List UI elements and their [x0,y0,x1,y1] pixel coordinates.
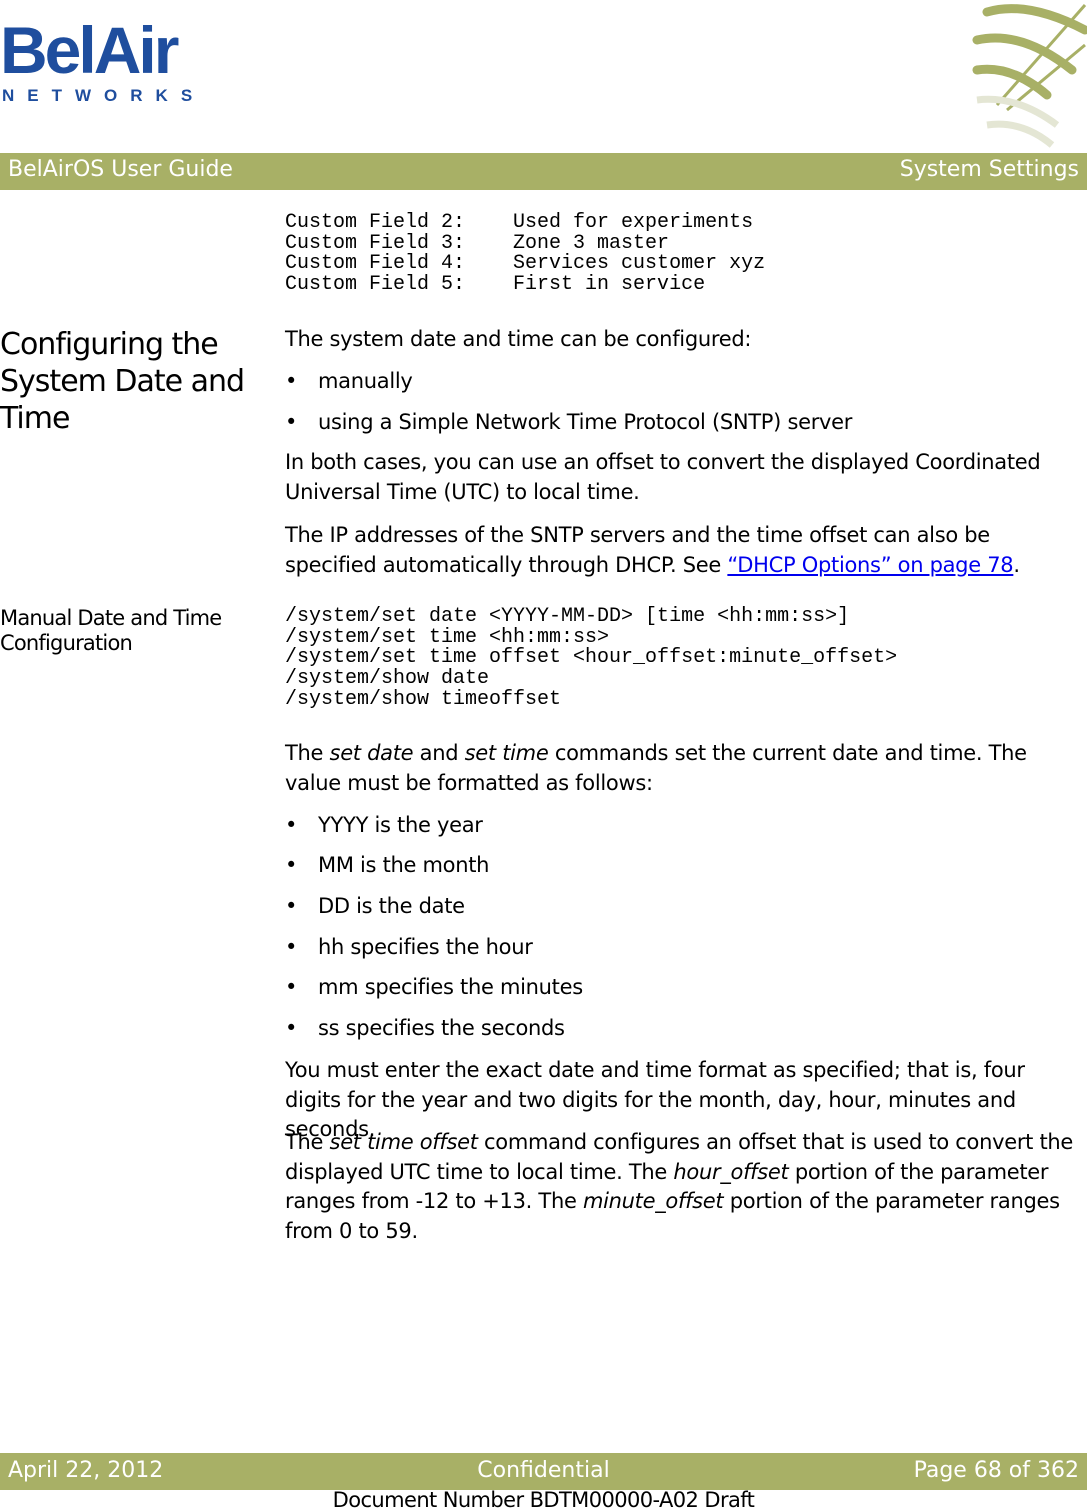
commands-code-block: /system/set date <YYYY-MM-DD> [time <hh:… [285,605,898,711]
list-item: • MM is the month [285,853,490,877]
code-line: Custom Field 5: First in service [285,273,706,297]
custom-fields-code-block: Custom Field 2: Used for experiments Cust… [285,211,766,297]
footer-bar: April 22, 2012 Confidential Page 68 of 3… [0,1453,1087,1490]
code-line: /system/show date [285,667,490,691]
code-line: /system/set date <YYYY-MM-DD> [time <hh:… [285,605,850,628]
belair-emblem-icon [972,4,1087,148]
chapter-title: System Settings [899,157,1079,182]
time-offset-paragraph: The set time offset command configures a… [285,1130,1074,1243]
guide-title: BelAirOS User Guide [8,157,233,182]
list-item: • DD is the date [285,894,465,918]
intro-paragraph: The system date and time can be configur… [285,327,752,351]
dhcp-options-link[interactable]: “DHCP Options” on page 78 [727,553,1013,577]
list-item: • manually [285,369,413,393]
list-item: • YYYY is the year [285,813,483,837]
page-number: Page 68 of 362 [913,1458,1079,1483]
code-line: Custom Field 4: Services customer xyz [285,252,766,276]
section-heading-manual-config: Manual Date and Time Configuration [0,606,222,655]
document-number: Document Number BDTM00000-A02 Draft [332,1488,755,1512]
code-line: /system/set time <hh:mm:ss> [285,625,610,649]
set-date-paragraph: The set date and set time commands set t… [285,741,1027,795]
list-item: • ss specifies the seconds [285,1016,565,1040]
code-line: Custom Field 3: Zone 3 master [285,231,670,255]
utc-paragraph: In both cases, you can use an offset to … [285,450,1041,504]
code-line: /system/show timeoffset [285,687,562,711]
list-item: • mm specifies the minutes [285,975,583,999]
code-line: /system/set time offset <hour_offset:min… [285,646,898,670]
dhcp-paragraph: The IP addresses of the SNTP servers and… [285,523,1020,577]
section-heading-date-time: Configuring the System Date and Time [0,327,245,436]
logo-subtitle: NETWORKS [2,86,206,105]
header-bar: BelAirOS User Guide System Settings [0,153,1087,190]
list-item: • using a Simple Network Time Protocol (S… [285,410,853,434]
list-item: • hh specifies the hour [285,935,533,959]
logo-brand: BelAir [0,13,179,87]
code-line: Custom Field 2: Used for experiments [285,211,754,234]
